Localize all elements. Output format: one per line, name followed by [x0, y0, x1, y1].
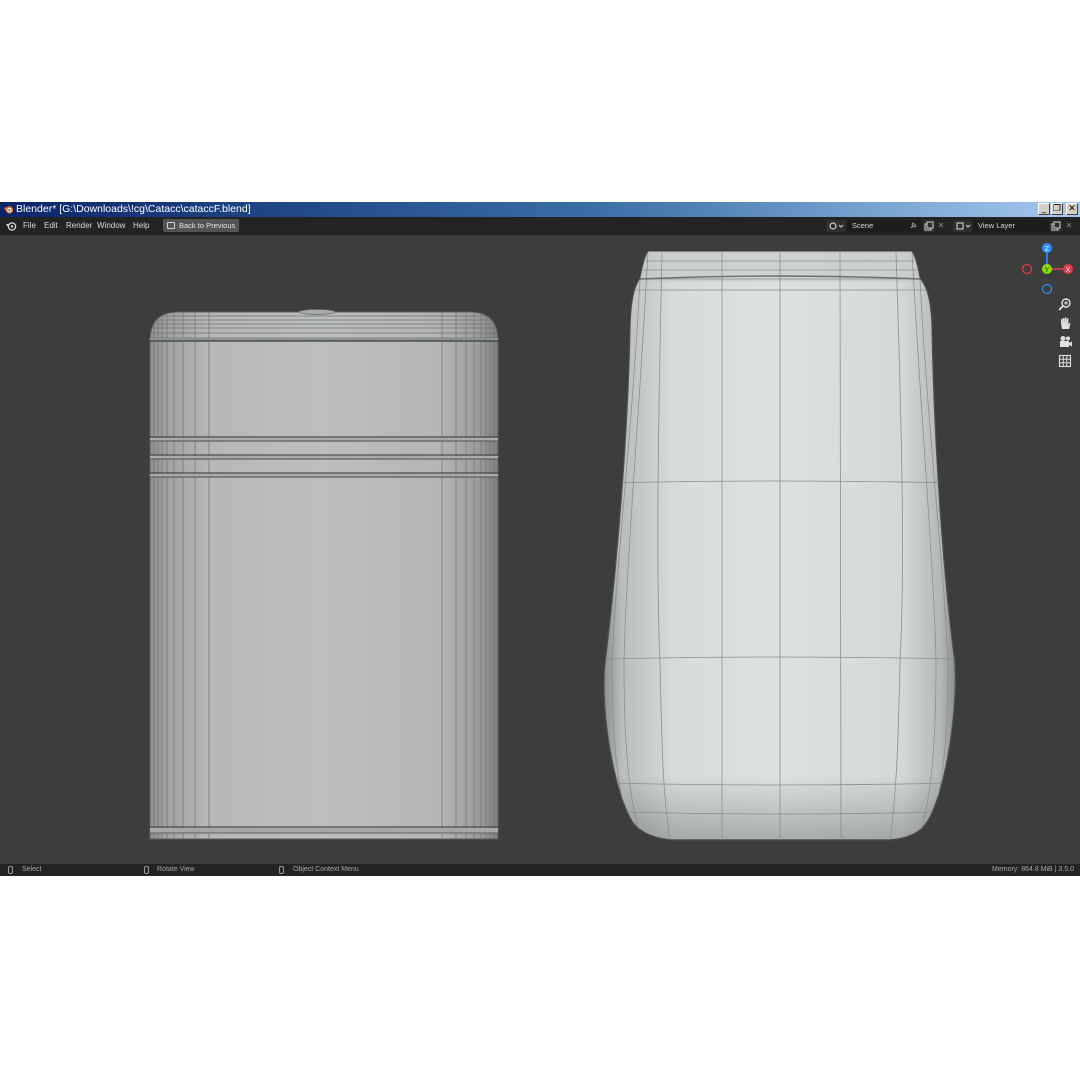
- menu-file[interactable]: File: [23, 217, 36, 235]
- status-select: Select: [22, 866, 42, 873]
- left-canister-mesh[interactable]: [149, 309, 499, 840]
- grid-icon[interactable]: [1057, 353, 1073, 369]
- status-memory: Memory: 864.8 MiB | 3.5.0: [992, 866, 1074, 873]
- 3d-viewport[interactable]: Z X Y: [0, 235, 1080, 864]
- screen-icon: [167, 222, 175, 229]
- scene-icon: [829, 222, 844, 230]
- hand-icon[interactable]: [1057, 315, 1073, 331]
- right-container-mesh[interactable]: [600, 251, 960, 845]
- pin-icon[interactable]: [909, 222, 917, 230]
- blender-menu-icon[interactable]: [5, 220, 17, 232]
- top-bar: File Edit Render Window Help Back to Pre…: [0, 217, 1080, 235]
- close-button[interactable]: ✕: [1066, 203, 1078, 215]
- back-to-previous-button[interactable]: Back to Previous: [163, 219, 239, 232]
- mouse-right-icon: [279, 866, 284, 874]
- viewport-canvas: [149, 251, 960, 845]
- gizmo-z-label: Z: [1045, 246, 1050, 253]
- menu-render[interactable]: Render: [66, 217, 92, 235]
- scene-browse-button[interactable]: [826, 220, 846, 232]
- menu-edit[interactable]: Edit: [44, 217, 58, 235]
- new-view-layer-button[interactable]: [1050, 220, 1062, 232]
- scene-name-label: Scene: [852, 221, 874, 230]
- mouse-left-icon: [8, 866, 13, 874]
- new-scene-button[interactable]: [923, 220, 935, 232]
- gizmo-y-label: Y: [1045, 267, 1050, 274]
- restore-button[interactable]: ❐: [1051, 203, 1063, 215]
- menu-window[interactable]: Window: [97, 217, 125, 235]
- status-context-menu: Object Context Menu: [293, 866, 359, 873]
- duplicate-icon: [924, 221, 934, 231]
- duplicate-icon: [1051, 221, 1061, 231]
- view-layer-browse-button[interactable]: [953, 220, 972, 232]
- gizmo-neg-z-axis[interactable]: [1041, 283, 1053, 295]
- blender-logo-icon: [3, 206, 14, 214]
- zoom-icon[interactable]: [1057, 296, 1073, 312]
- view-layer-field[interactable]: View Layer: [973, 220, 1049, 232]
- scene-name-field[interactable]: Scene: [847, 220, 921, 232]
- gizmo-neg-x-axis[interactable]: [1021, 263, 1033, 275]
- back-to-previous-label: Back to Previous: [179, 221, 236, 230]
- view-layer-label: View Layer: [978, 221, 1015, 230]
- menu-help[interactable]: Help: [133, 217, 149, 235]
- mouse-middle-icon: [144, 866, 149, 874]
- render-layer-icon: [955, 222, 970, 230]
- window-title-bar: Blender* [G:\Downloads\!cg\Catacc\catacc…: [0, 202, 1080, 217]
- minimize-button[interactable]: _: [1038, 203, 1050, 215]
- gizmo-x-label: X: [1066, 267, 1071, 274]
- navigation-gizmo[interactable]: Z X Y: [1018, 241, 1078, 297]
- camera-icon[interactable]: [1057, 334, 1073, 350]
- status-rotate-view: Rotate View: [157, 866, 195, 873]
- status-bar: Select Rotate View Object Context Menu M…: [0, 864, 1080, 876]
- delete-view-layer-button[interactable]: ✕: [1064, 220, 1074, 232]
- blender-window: Blender* [G:\Downloads\!cg\Catacc\catacc…: [0, 202, 1080, 876]
- window-title: Blender* [G:\Downloads\!cg\Catacc\catacc…: [16, 203, 251, 215]
- delete-scene-button[interactable]: ✕: [936, 220, 946, 232]
